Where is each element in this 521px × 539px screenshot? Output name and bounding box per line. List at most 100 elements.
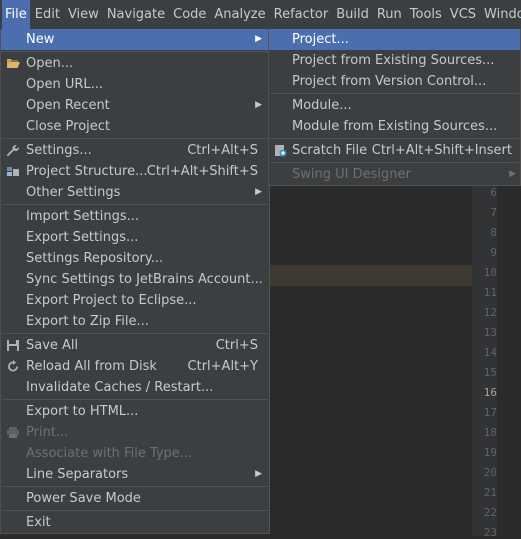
menu-item-import-settings[interactable]: Import Settings... [1, 206, 269, 227]
menu-item-export-settings[interactable]: Export Settings... [1, 227, 269, 248]
menu-separator [2, 510, 268, 511]
menu-item-export-zip[interactable]: Export to Zip File... [1, 311, 269, 332]
menu-item-close-project[interactable]: Close Project [1, 116, 269, 137]
folder-open-icon [7, 59, 20, 68]
line-number: 22 [483, 506, 497, 519]
line-number: 6 [490, 186, 497, 199]
menu-item-label: Open URL... [26, 77, 104, 92]
submenu-item-module[interactable]: Module... [269, 95, 520, 116]
submenu-item-module-existing-sources[interactable]: Module from Existing Sources... [269, 116, 520, 137]
menu-item-label: Export to Zip File... [26, 314, 149, 329]
menu-item-open-url[interactable]: Open URL... [1, 74, 269, 95]
menu-item-label: Scratch File [292, 143, 368, 158]
line-number: 8 [490, 226, 497, 239]
shortcut-label: Ctrl+S [215, 338, 258, 353]
menu-item-line-separators[interactable]: Line Separators ▶ [1, 464, 269, 485]
shortcut-label: Ctrl+Alt+Y [187, 359, 258, 374]
menu-tools[interactable]: Tools [407, 0, 445, 29]
menu-separator [270, 138, 519, 139]
menu-vcs[interactable]: VCS [447, 0, 479, 29]
menu-edit[interactable]: Edit [32, 0, 63, 29]
menu-item-label: Import Settings... [26, 209, 139, 224]
menu-item-label: Exit [26, 515, 51, 530]
menu-item-exit[interactable]: Exit [1, 512, 269, 533]
menu-item-label: Project from Version Control... [292, 74, 487, 89]
shortcut-label: Ctrl+Alt+Shift+Insert [371, 143, 512, 158]
menu-item-label: Export Settings... [26, 230, 139, 245]
menu-item-settings[interactable]: Settings... Ctrl+Alt+S [1, 140, 269, 161]
menu-item-export-eclipse[interactable]: Export Project to Eclipse... [1, 290, 269, 311]
menu-item-settings-repository[interactable]: Settings Repository... [1, 248, 269, 269]
submenu-item-project-existing-sources[interactable]: Project from Existing Sources... [269, 50, 520, 71]
menu-item-print: Print... [1, 422, 269, 443]
menu-separator [270, 162, 519, 163]
menu-bar: File Edit View Navigate Code Analyze Ref… [0, 0, 521, 29]
menu-item-label: Project... [292, 32, 349, 47]
line-number: 14 [483, 346, 497, 359]
menu-item-label: Settings Repository... [26, 251, 164, 266]
menu-separator [2, 51, 268, 52]
menu-separator [2, 204, 268, 205]
menu-item-invalidate-caches[interactable]: Invalidate Caches / Restart... [1, 377, 269, 398]
menu-item-project-structure[interactable]: Project Structure... Ctrl+Alt+Shift+S [1, 161, 269, 182]
menu-run[interactable]: Run [374, 0, 405, 29]
line-highlight [260, 265, 472, 286]
line-number: 7 [490, 206, 497, 219]
line-number: 17 [483, 406, 497, 419]
menu-item-associate-file-type: Associate with File Type... [1, 443, 269, 464]
menu-item-label: Print... [26, 425, 69, 440]
menu-item-other-settings[interactable]: Other Settings ▶ [1, 182, 269, 203]
menu-item-label: Export to HTML... [26, 404, 139, 419]
scratch-file-icon [275, 145, 287, 157]
submenu-arrow-icon: ▶ [255, 469, 262, 479]
menu-window[interactable]: Window [481, 0, 521, 29]
menu-item-save-all[interactable]: Save All Ctrl+S [1, 335, 269, 356]
menu-separator [2, 399, 268, 400]
menu-item-open-recent[interactable]: Open Recent ▶ [1, 95, 269, 116]
menu-view[interactable]: View [65, 0, 102, 29]
submenu-item-project-version-control[interactable]: Project from Version Control... [269, 71, 520, 92]
line-number: 21 [483, 486, 497, 499]
menu-item-label: Open... [26, 56, 74, 71]
shortcut-label: Ctrl+Alt+S [187, 143, 258, 158]
menu-item-label: Sync Settings to JetBrains Account... [26, 272, 263, 287]
submenu-arrow-icon: ▶ [509, 169, 516, 179]
menu-item-label: Reload All from Disk [26, 359, 157, 374]
menu-item-label: New [26, 32, 55, 47]
line-number: 9 [490, 246, 497, 259]
menu-item-label: Open Recent [26, 98, 110, 113]
menu-item-label: Export Project to Eclipse... [26, 293, 197, 308]
line-number: 15 [483, 366, 497, 379]
submenu-item-scratch-file[interactable]: Scratch File Ctrl+Alt+Shift+Insert [269, 140, 520, 161]
menu-item-reload-all[interactable]: Reload All from Disk Ctrl+Alt+Y [1, 356, 269, 377]
file-menu-dropdown: New ▶ Open... Open URL... Open Recent ▶ … [0, 29, 270, 534]
submenu-item-project[interactable]: Project... [269, 29, 520, 50]
menu-item-label: Project from Existing Sources... [292, 53, 495, 68]
menu-item-label: Swing UI Designer [292, 167, 411, 182]
menu-item-sync-settings[interactable]: Sync Settings to JetBrains Account... [1, 269, 269, 290]
menu-item-label: Associate with File Type... [26, 446, 193, 461]
menu-file[interactable]: File [2, 0, 30, 29]
menu-code[interactable]: Code [170, 0, 209, 29]
menu-build[interactable]: Build [333, 0, 372, 29]
line-number: 11 [483, 286, 497, 299]
project-structure-icon [7, 167, 19, 176]
menu-item-label: Invalidate Caches / Restart... [26, 380, 214, 395]
menu-item-label: Power Save Mode [26, 491, 141, 506]
wrench-icon [7, 144, 19, 157]
menu-item-label: Save All [26, 338, 79, 353]
menu-refactor[interactable]: Refactor [271, 0, 332, 29]
menu-item-export-html[interactable]: Export to HTML... [1, 401, 269, 422]
menu-item-open[interactable]: Open... [1, 53, 269, 74]
menu-analyze[interactable]: Analyze [211, 0, 268, 29]
line-number: 13 [483, 326, 497, 339]
new-submenu: Project... Project from Existing Sources… [268, 29, 521, 186]
menu-separator [2, 333, 268, 334]
menu-item-label: Line Separators [26, 467, 129, 482]
menu-item-label: Close Project [26, 119, 111, 134]
submenu-item-swing-ui-designer[interactable]: Swing UI Designer ▶ [269, 164, 520, 185]
menu-item-power-save[interactable]: Power Save Mode [1, 488, 269, 509]
menu-navigate[interactable]: Navigate [104, 0, 168, 29]
menu-separator [2, 138, 268, 139]
menu-item-new[interactable]: New ▶ [1, 29, 269, 50]
